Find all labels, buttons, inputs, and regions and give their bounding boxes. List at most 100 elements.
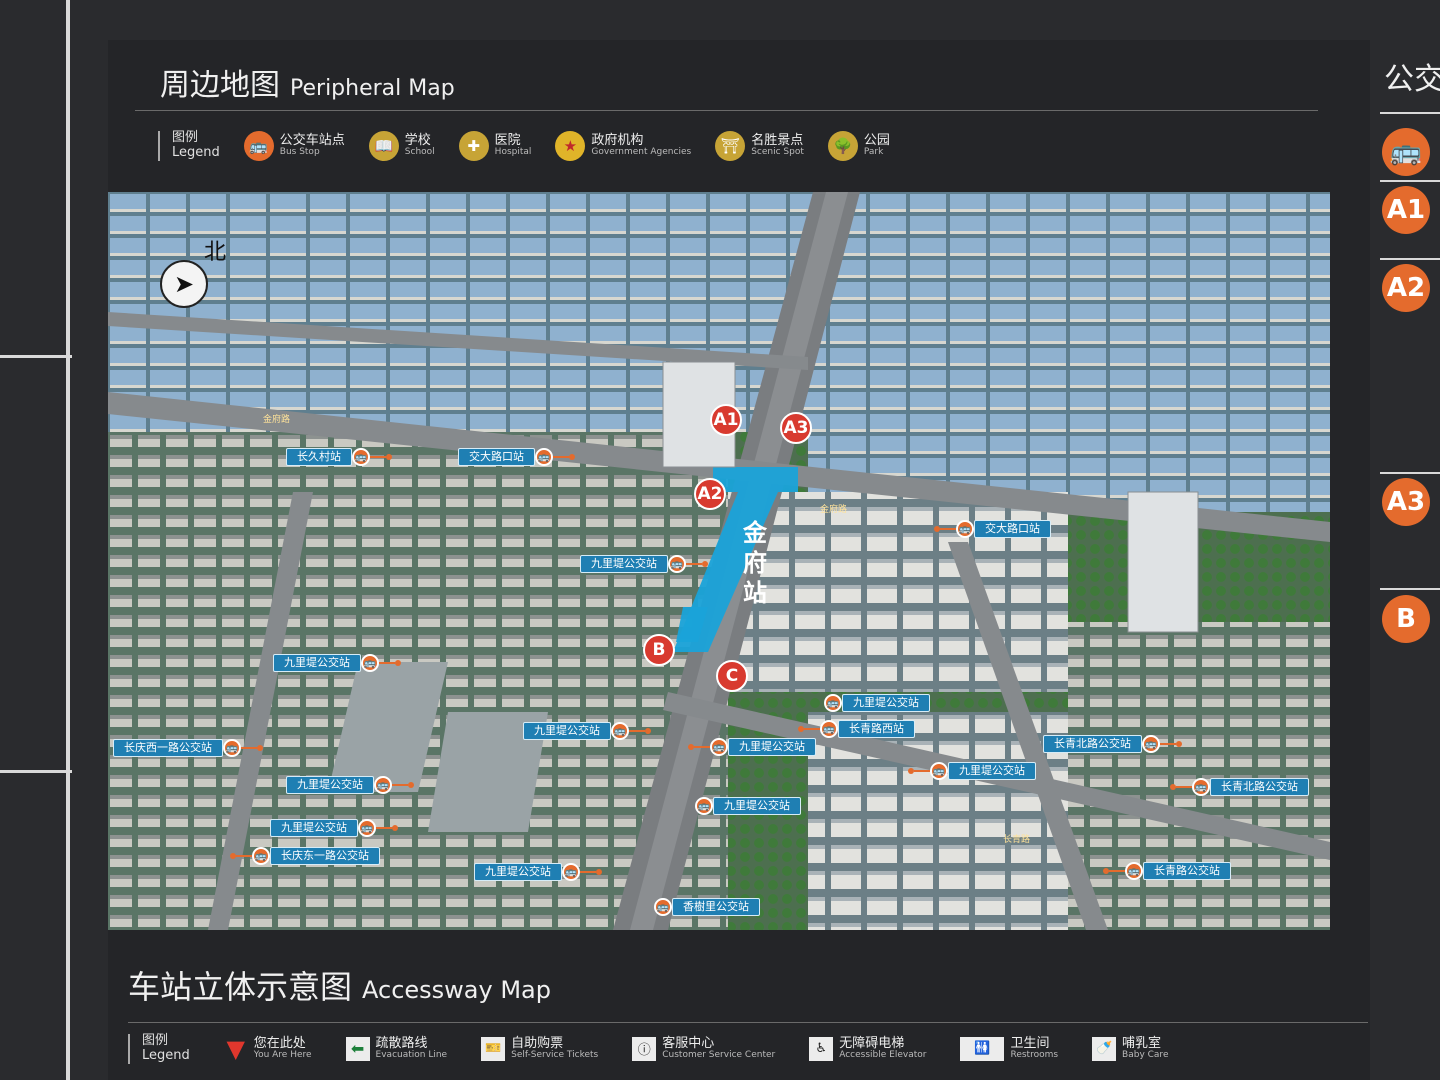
- bus-stop-label: 九里堤公交站 🚌: [273, 654, 401, 672]
- peripheral-title: 周边地图 Peripheral Map: [160, 60, 455, 104]
- bus-stop-label: 🚌 九里堤公交站: [908, 762, 1036, 780]
- legend-scenic-spot: ⛩ 名胜景点 Scenic Spot: [715, 131, 804, 161]
- star-icon: ★: [555, 131, 586, 161]
- bus-icon: 🚌: [361, 654, 379, 672]
- bus-icon: 🚌: [352, 448, 370, 466]
- bus-stop-label: 九里堤公交站 🚌: [270, 819, 398, 837]
- bus-icon: 🚌: [374, 776, 392, 794]
- bus-stop-label: 九里堤公交站 🚌: [580, 555, 708, 573]
- bus-stop-label: 长庆西一路公交站 🚌: [113, 739, 263, 757]
- bus-stop-label: 九里堤公交站 🚌: [474, 863, 602, 881]
- book-icon: 📖: [368, 131, 399, 161]
- side-divider: [1380, 588, 1440, 590]
- bus-icon: 🚌: [252, 847, 270, 865]
- legend-you-are-here: ▼ 您在此处 You Are Here: [224, 1034, 312, 1063]
- side-divider: [1380, 180, 1440, 182]
- side-exit-a2: A2: [1382, 264, 1430, 312]
- bus-stop-label: 🚌 九里堤公交站: [688, 738, 816, 756]
- side-exit-a3: A3: [1382, 478, 1430, 526]
- bus-icon: 🚌: [1125, 862, 1143, 880]
- exit-c-marker: C: [716, 660, 748, 692]
- bus-icon: 🚌: [820, 720, 838, 738]
- legend-government: ★ 政府机构 Government Agencies: [555, 131, 691, 161]
- road-label: 金府路: [263, 415, 291, 425]
- legend-heading: 图例 Legend: [128, 1033, 190, 1064]
- bus-stop-label: 长青北路公交站 🚌: [1043, 735, 1182, 753]
- baby-care-icon: 🍼: [1092, 1036, 1117, 1061]
- frame-line: [0, 355, 72, 358]
- legend-service: ⓘ 客服中心 Customer Service Center: [632, 1036, 775, 1061]
- legend-heading: 图例 Legend: [158, 130, 220, 161]
- bus-stop-label: 九里堤公交站 🚌: [286, 776, 414, 794]
- bus-stop-label: 🚌 九里堤公交站: [824, 694, 930, 712]
- divider: [135, 110, 1318, 111]
- bus-icon: 🚌: [611, 722, 629, 740]
- accessway-legend: 图例 Legend ▼ 您在此处 You Are Here ⬅ 疏散路线 Evacu…: [128, 1033, 1168, 1064]
- side-exit-b: B: [1382, 595, 1430, 643]
- elevator-icon: ♿: [809, 1036, 834, 1061]
- side-exit-a1: A1: [1382, 186, 1430, 234]
- exit-a1-marker: A1: [710, 404, 742, 436]
- bus-icon: 🚌: [695, 797, 713, 815]
- hospital-icon: ✚: [458, 131, 489, 161]
- legend-park: 🌳 公园 Park: [827, 131, 890, 161]
- legend-school: 📖 学校 School: [368, 131, 435, 161]
- bus-icon: 🚌: [358, 819, 376, 837]
- legend-evacuation: ⬅ 疏散路线 Evacuation Line: [345, 1036, 447, 1061]
- service-icon: ⓘ: [632, 1036, 657, 1061]
- bus-icon: 🚌: [243, 131, 274, 161]
- bus-stop-label: 🚌 长庆东一路公交站: [230, 847, 380, 865]
- bus-stop-label: 🚌 香樹里公交站: [654, 898, 760, 916]
- road-label: 长青路: [1003, 835, 1031, 845]
- bus-icon: 🚌: [562, 863, 580, 881]
- bus-icon: 🚌: [930, 762, 948, 780]
- legend-tickets: 🎫 自助购票 Self-Service Tickets: [481, 1036, 598, 1061]
- bus-icon: 🚌: [668, 555, 686, 573]
- bus-icon: 🚌: [535, 448, 553, 466]
- bus-icon: 🚌: [1142, 735, 1160, 753]
- side-divider: [1380, 472, 1440, 474]
- frame-line: [0, 770, 72, 773]
- side-title: 公交: [1384, 62, 1440, 97]
- title-zh: 周边地图: [160, 68, 280, 103]
- restroom-icon: 🚻: [960, 1036, 1005, 1061]
- you-are-here-icon: ▼: [226, 1034, 245, 1063]
- exit-a3-marker: A3: [780, 412, 812, 444]
- north-arrow-icon: ➤: [160, 260, 208, 308]
- title-en: Peripheral Map: [290, 76, 455, 101]
- legend-elevator: ♿ 无障碍电梯 Accessible Elevator: [809, 1036, 926, 1061]
- bus-stop-label: 🚌 长青北路公交站: [1170, 778, 1309, 796]
- bus-icon: 🚌: [223, 739, 241, 757]
- legend-restrooms: 🚻 卫生间 Restrooms: [960, 1036, 1058, 1061]
- bus-stop-label: 🚌 长青路公交站: [1103, 862, 1231, 880]
- bus-stop-label: 🚌 交大路口站: [934, 520, 1051, 538]
- arrow-left-icon: ⬅: [345, 1036, 370, 1061]
- bus-stop-label: 九里堤公交站 🚌: [523, 722, 651, 740]
- north-label: 北: [204, 240, 227, 265]
- bus-stop-label: 交大路口站 🚌: [458, 448, 575, 466]
- legend-baby-care: 🍼 哺乳室 Baby Care: [1092, 1036, 1168, 1061]
- accessway-title: 车站立体示意图 Accessway Map: [128, 968, 551, 1006]
- tree-icon: 🌳: [827, 131, 858, 161]
- exit-b-marker: B: [643, 634, 675, 666]
- bus-stop-label: 🚌 长青路西站: [798, 720, 915, 738]
- side-divider: [1380, 258, 1440, 260]
- ticket-icon: 🎫: [481, 1036, 506, 1061]
- legend-bus-stop: 🚌 公交车站点 Bus Stop: [243, 131, 345, 161]
- bus-stop-label: 🚌 九里堤公交站: [695, 797, 801, 815]
- peripheral-map: ➤ 北 金府路 金府路 长青路 金府站 A1 A2 A3 B C 长久村站 🚌 交…: [108, 192, 1330, 930]
- side-divider: [1380, 112, 1440, 114]
- divider: [128, 1022, 1368, 1023]
- bus-icon: 🚌: [654, 898, 672, 916]
- exit-a2-marker: A2: [694, 478, 726, 510]
- frame-line: [66, 0, 70, 1080]
- gate-icon: ⛩: [715, 131, 746, 161]
- road-label: 金府路: [820, 505, 848, 515]
- bus-icon: 🚌: [710, 738, 728, 756]
- bus-stop-label: 长久村站 🚌: [286, 448, 392, 466]
- bus-icon: 🚌: [1192, 778, 1210, 796]
- peripheral-legend: 图例 Legend 🚌 公交车站点 Bus Stop 📖 学校 School ✚ 医…: [158, 130, 890, 161]
- legend-hospital: ✚ 医院 Hospital: [458, 131, 531, 161]
- bus-icon: 🚌: [824, 694, 842, 712]
- station-name: 金府站: [743, 518, 767, 607]
